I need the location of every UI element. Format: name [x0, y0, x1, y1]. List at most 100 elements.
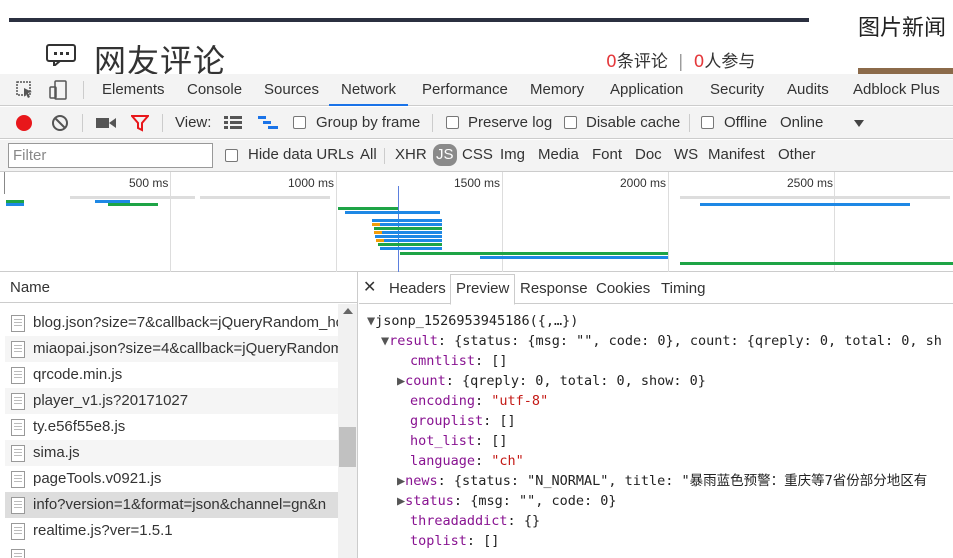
disable-cache-label[interactable]: Disable cache: [586, 114, 680, 131]
inspect-element-icon[interactable]: [15, 80, 35, 100]
type-filter-js[interactable]: JS: [433, 144, 457, 166]
tab-timing[interactable]: Timing: [661, 280, 705, 297]
list-item-partial[interactable]: [5, 544, 338, 558]
list-item[interactable]: qrcode.min.js: [5, 362, 338, 388]
side-news-title[interactable]: 图片新闻: [858, 10, 946, 42]
timeline-gridline: [668, 172, 669, 272]
type-filter-ws[interactable]: WS: [674, 146, 698, 163]
tab-adblock-plus[interactable]: Adblock Plus: [853, 74, 940, 106]
type-filter-xhr[interactable]: XHR: [395, 146, 427, 163]
hide-data-urls-checkbox[interactable]: [225, 149, 238, 162]
web-page-header: 网友评论 0条评论 | 0人参与 图片新闻: [0, 0, 953, 80]
hide-data-urls-label[interactable]: Hide data URLs: [248, 146, 354, 163]
tab-application[interactable]: Application: [610, 74, 683, 106]
request-name: miaopai.json?size=4&callback=jQueryRando…: [33, 340, 338, 357]
type-filter-font[interactable]: Font: [592, 146, 622, 163]
list-item-selected[interactable]: info?version=1&format=json&channel=gn&n: [5, 492, 338, 518]
filter-funnel-icon[interactable]: [131, 114, 149, 132]
tab-network[interactable]: Network: [329, 74, 409, 106]
list-item[interactable]: realtime.js?ver=1.5.1: [5, 518, 338, 544]
list-item[interactable]: sima.js: [5, 440, 338, 466]
expand-triangle-icon[interactable]: ▶: [397, 373, 405, 389]
request-bar: [108, 203, 158, 206]
throttling-dropdown-arrow-icon[interactable]: [854, 120, 864, 127]
devtools-tabbar: Elements Console Sources Network Perform…: [0, 74, 953, 106]
type-filter-manifest[interactable]: Manifest: [708, 146, 765, 163]
request-bar: [338, 207, 398, 210]
record-icon[interactable]: [15, 114, 33, 132]
comment-stats: 0条评论 | 0人参与: [606, 47, 755, 72]
timeline-overview[interactable]: 500 ms 1000 ms 1500 ms 2000 ms 2500 ms: [0, 172, 953, 272]
tab-preview[interactable]: Preview: [450, 274, 516, 305]
offline-checkbox[interactable]: [701, 116, 714, 129]
tab-security[interactable]: Security: [710, 74, 764, 106]
tab-memory[interactable]: Memory: [530, 74, 584, 106]
throttling-select[interactable]: Online: [780, 114, 823, 131]
request-name: blog.json?size=7&callback=jQueryRandom_h…: [33, 314, 338, 331]
screenshot-camera-icon[interactable]: [96, 116, 116, 130]
json-property-count[interactable]: ▶count: {qreply: 0, total: 0, show: 0}: [397, 371, 706, 391]
scroll-up-arrow-icon[interactable]: [343, 308, 353, 314]
expand-triangle-icon[interactable]: ▶: [397, 493, 405, 509]
tab-elements[interactable]: Elements: [102, 74, 165, 106]
timeline-tick: 500 ms: [129, 176, 169, 190]
comment-count[interactable]: 0: [606, 52, 617, 72]
json-key: language: [410, 453, 476, 469]
json-root-row[interactable]: ▼jsonp_1526953945186({,…}): [367, 311, 578, 331]
preserve-log-checkbox[interactable]: [446, 116, 459, 129]
close-icon[interactable]: ✕: [363, 277, 376, 297]
preserve-log-label[interactable]: Preserve log: [468, 114, 552, 131]
view-label: View:: [175, 114, 212, 131]
list-scrollbar-thumb[interactable]: [339, 427, 356, 467]
type-filter-other[interactable]: Other: [778, 146, 816, 163]
collapse-triangle-icon[interactable]: ▼: [381, 333, 389, 349]
list-item[interactable]: miaopai.json?size=4&callback=jQueryRando…: [5, 336, 338, 362]
waterfall-view-icon[interactable]: [258, 116, 278, 130]
request-bar: [480, 256, 668, 259]
json-value: {}: [523, 513, 541, 529]
group-by-frame-checkbox[interactable]: [293, 116, 306, 129]
timeline-tick: 2500 ms: [787, 176, 834, 190]
disable-cache-checkbox[interactable]: [564, 116, 577, 129]
list-item[interactable]: blog.json?size=7&callback=jQueryRandom_h…: [5, 310, 338, 336]
json-result-row[interactable]: ▼result: {status: {msg: "", code: 0}, co…: [381, 331, 942, 351]
file-icon: [11, 315, 25, 332]
json-property-status[interactable]: ▶status: {msg: "", code: 0}: [397, 491, 617, 511]
timeline-gridline: [336, 172, 337, 272]
request-bar: [700, 203, 910, 206]
tab-audits[interactable]: Audits: [787, 74, 829, 106]
list-item[interactable]: ty.e56f55e8.js: [5, 414, 338, 440]
filter-input[interactable]: Filter: [8, 143, 213, 168]
tab-sources[interactable]: Sources: [264, 74, 319, 106]
json-key: hot_list: [410, 433, 476, 449]
type-filter-media[interactable]: Media: [538, 146, 579, 163]
request-bar: [200, 196, 330, 199]
participant-count[interactable]: 0: [694, 52, 705, 72]
expand-triangle-icon[interactable]: ▶: [397, 473, 405, 489]
offline-label[interactable]: Offline: [724, 114, 767, 131]
name-column-header[interactable]: Name: [10, 279, 50, 296]
clear-icon[interactable]: [51, 114, 69, 132]
tab-console[interactable]: Console: [187, 74, 242, 106]
list-item[interactable]: player_v1.js?20171027: [5, 388, 338, 414]
type-filter-all[interactable]: All: [360, 146, 377, 163]
type-filter-doc[interactable]: Doc: [635, 146, 662, 163]
json-property-news[interactable]: ▶news: {status: "N_NORMAL", title: "暴雨蓝色…: [397, 471, 927, 491]
tab-cookies[interactable]: Cookies: [596, 280, 650, 297]
tab-headers[interactable]: Headers: [389, 280, 446, 297]
file-icon: [11, 497, 25, 514]
large-rows-icon[interactable]: [224, 116, 242, 130]
request-list-header[interactable]: Name: [0, 272, 357, 303]
type-filter-img[interactable]: Img: [500, 146, 525, 163]
json-property-hot_list: hot_list: []: [410, 433, 508, 449]
tab-response[interactable]: Response: [520, 280, 588, 297]
list-item[interactable]: pageTools.v0921.js: [5, 466, 338, 492]
group-by-frame-label[interactable]: Group by frame: [316, 114, 420, 131]
json-property-grouplist: grouplist: []: [410, 413, 516, 429]
device-toolbar-icon[interactable]: [48, 80, 68, 100]
tab-performance[interactable]: Performance: [422, 74, 508, 106]
tabbar-divider: [83, 81, 84, 99]
collapse-triangle-icon[interactable]: ▼: [367, 313, 375, 329]
timeline-left-handle[interactable]: [4, 172, 5, 194]
type-filter-css[interactable]: CSS: [462, 146, 493, 163]
